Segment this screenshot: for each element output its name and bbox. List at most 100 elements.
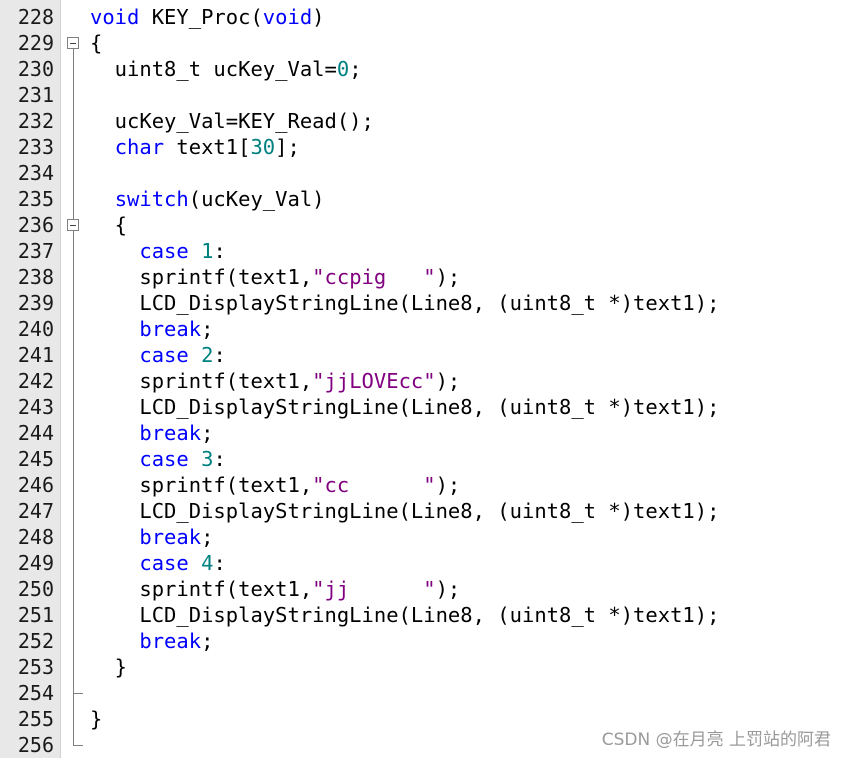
keyword-token: char [114, 135, 165, 159]
code-token: ucKey_Val=KEY_Read(); [90, 109, 374, 133]
code-token: KEY_Proc( [139, 5, 263, 29]
line-number: 236 [17, 213, 54, 237]
line-number: 246 [17, 473, 54, 497]
code-token: sprintf(text1, [90, 369, 313, 393]
keyword-token: case [139, 551, 189, 575]
collapse-icon[interactable] [67, 37, 79, 49]
code-token: sprintf(text1, [90, 473, 313, 497]
line-number: 252 [17, 629, 54, 653]
code-token: ]; [275, 135, 300, 159]
keyword-token: void [262, 5, 313, 29]
line-number: 251 [17, 603, 54, 627]
code-token: ); [435, 577, 461, 601]
line-number: 238 [17, 265, 54, 289]
code-token: ; [201, 317, 214, 341]
line-number: 249 [17, 551, 54, 575]
line-number: 231 [17, 83, 54, 107]
code-token: LCD_DisplayStringLine(Line8, (uint8_t *)… [90, 291, 720, 315]
code-line[interactable]: break; [90, 524, 213, 550]
code-line[interactable]: case 3: [90, 446, 225, 472]
code-line[interactable]: char text1[30]; [90, 134, 300, 160]
code-line[interactable]: { [90, 212, 127, 238]
line-number: 244 [17, 421, 54, 445]
code-token: ); [435, 473, 461, 497]
code-line[interactable]: LCD_DisplayStringLine(Line8, (uint8_t *)… [90, 602, 719, 628]
line-number: 254 [17, 681, 54, 705]
keyword-token: break [139, 525, 202, 549]
code-line[interactable]: void KEY_Proc(void) [90, 4, 325, 30]
code-line[interactable]: uint8_t ucKey_Val=0; [90, 56, 362, 82]
code-token: ); [435, 369, 461, 393]
keyword-token: break [139, 421, 202, 445]
keyword-token: case [139, 447, 189, 471]
line-number: 253 [17, 655, 54, 679]
code-token: LCD_DisplayStringLine(Line8, (uint8_t *)… [90, 395, 720, 419]
code-token: { [90, 213, 128, 237]
fold-end-marker [73, 745, 83, 746]
code-line[interactable]: sprintf(text1,"ccpig "); [90, 264, 460, 290]
code-line[interactable]: LCD_DisplayStringLine(Line8, (uint8_t *)… [90, 290, 719, 316]
code-line[interactable]: LCD_DisplayStringLine(Line8, (uint8_t *)… [90, 498, 719, 524]
watermark: CSDN @在月亮 上罚站的阿君 [601, 730, 831, 750]
number-token: 3 [201, 447, 214, 471]
line-number: 248 [17, 525, 54, 549]
code-line[interactable]: LCD_DisplayStringLine(Line8, (uint8_t *)… [90, 394, 719, 420]
code-token: LCD_DisplayStringLine(Line8, (uint8_t *)… [90, 499, 720, 523]
code-token: (ucKey_Val) [188, 187, 325, 211]
code-token: } [90, 655, 128, 679]
line-number: 237 [17, 239, 54, 263]
number-token: 2 [201, 343, 214, 367]
string-token: "cc " [312, 473, 436, 497]
code-token: : [213, 343, 226, 367]
line-number: 228 [17, 5, 54, 29]
fold-margin [61, 0, 87, 758]
code-line[interactable]: } [90, 706, 102, 732]
number-token: 0 [336, 57, 350, 81]
code-line[interactable]: ucKey_Val=KEY_Read(); [90, 108, 374, 134]
code-token: ; [201, 629, 214, 653]
code-line[interactable]: sprintf(text1,"cc "); [90, 472, 460, 498]
code-token: : [213, 239, 226, 263]
line-number: 245 [17, 447, 54, 471]
code-token: ; [201, 421, 214, 445]
line-number: 247 [17, 499, 54, 523]
string-token: "ccpig " [312, 265, 436, 289]
code-token: ; [201, 525, 214, 549]
collapse-icon[interactable] [67, 219, 79, 231]
code-line[interactable]: case 1: [90, 238, 226, 264]
code-line[interactable]: break; [90, 420, 213, 446]
code-line[interactable]: } [90, 654, 127, 680]
code-token: ; [349, 57, 362, 81]
code-line[interactable]: sprintf(text1,"jjLOVEcc"); [90, 368, 460, 394]
line-number: 233 [17, 135, 54, 159]
line-number: 234 [17, 161, 54, 185]
code-line[interactable]: case 4: [90, 550, 226, 576]
fold-end-marker [73, 693, 83, 694]
code-line[interactable]: sprintf(text1,"jj "); [90, 576, 460, 602]
line-number: 255 [17, 707, 54, 731]
code-line[interactable]: { [90, 30, 102, 56]
code-token: LCD_DisplayStringLine(Line8, (uint8_t *)… [90, 603, 720, 627]
keyword-token: case [139, 239, 189, 263]
code-token: sprintf(text1, [90, 265, 313, 289]
code-line[interactable]: case 2: [90, 342, 226, 368]
code-token: : [213, 551, 226, 575]
line-number: 243 [17, 395, 54, 419]
code-line[interactable]: switch(ucKey_Val) [90, 186, 325, 212]
code-token: { [90, 31, 103, 55]
line-number: 230 [17, 57, 54, 81]
code-line[interactable]: break; [90, 316, 213, 342]
line-number: 242 [17, 369, 54, 393]
line-number: 250 [17, 577, 54, 601]
keyword-token: break [139, 629, 202, 653]
code-line[interactable]: break; [90, 628, 213, 654]
code-token: } [90, 707, 103, 731]
